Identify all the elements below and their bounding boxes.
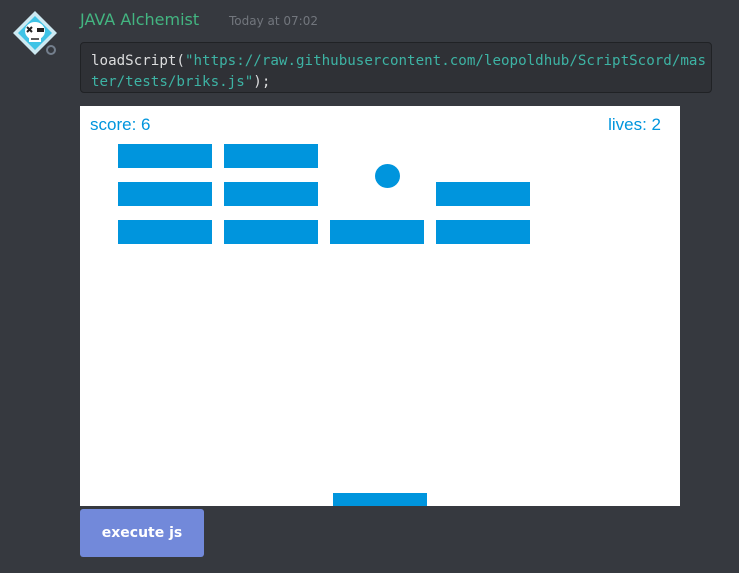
- brick: [224, 144, 318, 168]
- brick: [118, 182, 212, 206]
- brick: [330, 220, 424, 244]
- ball: [375, 164, 400, 188]
- offline-status-icon: [44, 43, 58, 57]
- timestamp: Today at 07:02: [229, 14, 318, 28]
- brick: [436, 220, 530, 244]
- code-open-paren: (: [176, 53, 185, 69]
- code-function: loadScript: [91, 53, 177, 69]
- score-label: score: 6: [90, 115, 151, 134]
- code-close: );: [253, 74, 271, 90]
- lives-label: lives: 2: [608, 115, 661, 134]
- brick: [224, 220, 318, 244]
- brick: [436, 182, 530, 206]
- execute-js-button[interactable]: execute js: [80, 509, 204, 557]
- username[interactable]: JAVA Alchemist: [80, 10, 199, 30]
- game-canvas[interactable]: score: 6 lives: 2: [80, 106, 680, 506]
- brick: [118, 144, 212, 168]
- brick: [224, 182, 318, 206]
- paddle: [333, 493, 427, 506]
- code-block: loadScript("https://raw.githubuserconten…: [80, 42, 712, 93]
- brick: [118, 220, 212, 244]
